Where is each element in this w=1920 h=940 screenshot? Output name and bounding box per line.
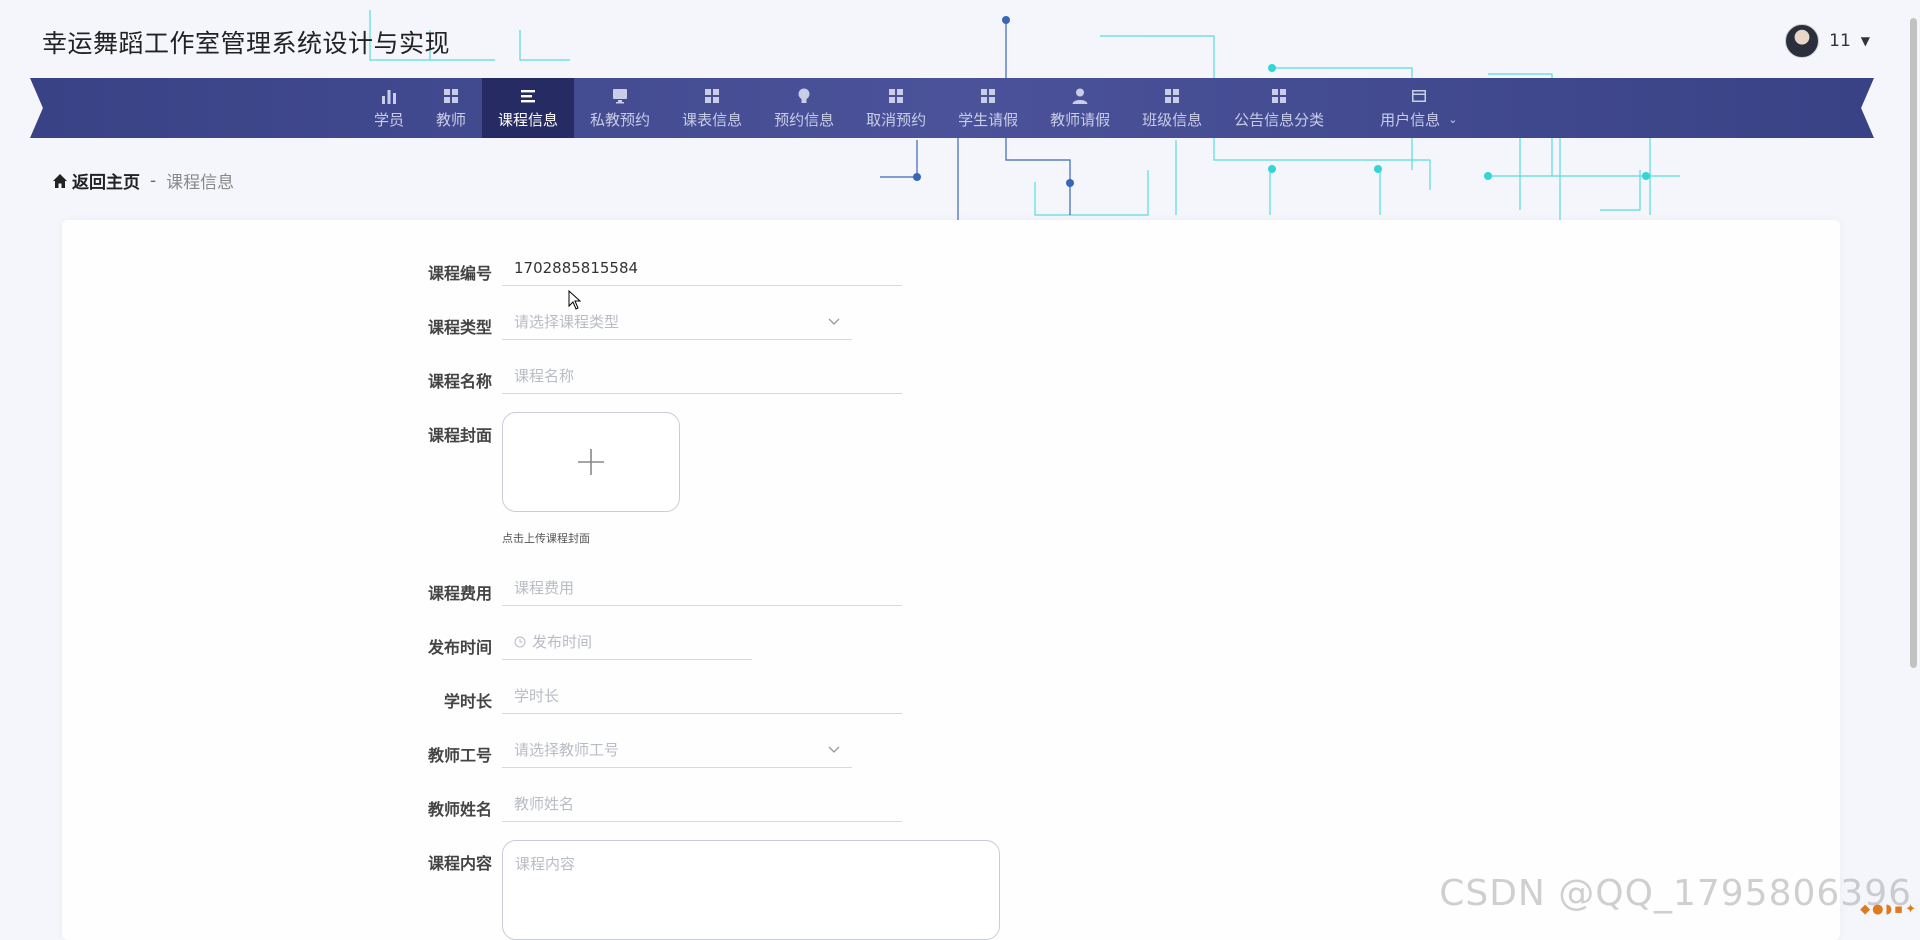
teacher-name-label: 教师姓名 (427, 800, 492, 819)
tray-icon: ✦ (1905, 902, 1916, 917)
user-icon (1071, 87, 1089, 105)
nav-item-label: 公告信息分类 (1234, 110, 1325, 129)
nav-item-label: 教师 (436, 110, 467, 129)
nav-item-class-info[interactable]: 班级信息 (1126, 78, 1218, 138)
grid-icon (887, 87, 905, 105)
nav-item-cancel-booking[interactable]: 取消预约 (850, 78, 942, 138)
nav-item-label: 班级信息 (1142, 110, 1203, 129)
breadcrumb: 返回主页 - 课程信息 (52, 168, 234, 193)
content-textarea[interactable]: 课程内容 (502, 840, 1000, 940)
course-name-input[interactable]: 课程名称 (502, 358, 902, 394)
tray-icon: ▪ (1894, 902, 1904, 917)
form-card: 课程编号 1702885815584 课程类型 请选择课程类型 课程名称 课程名… (62, 220, 1840, 940)
teacher-no-label: 教师工号 (427, 746, 492, 765)
teacher-no-select[interactable]: 请选择教师工号 (502, 732, 852, 768)
chevron-down-icon (828, 304, 842, 340)
nav-item-teacher-leave[interactable]: 教师请假 (1034, 78, 1126, 138)
cover-upload-button[interactable] (502, 412, 680, 512)
nav-item-label: 教师请假 (1050, 110, 1111, 129)
tray-icon: ◗ (1885, 902, 1893, 917)
nav-item-label: 课表信息 (682, 110, 743, 129)
app-header: 幸运舞蹈工作室管理系统设计与实现 11 ▼ (0, 0, 1920, 78)
course-no-field[interactable]: 1702885815584 (502, 250, 902, 286)
nav-item-notice-category[interactable]: 公告信息分类 (1218, 78, 1340, 138)
list-icon (519, 87, 537, 105)
nav-item-teachers[interactable]: 教师 (420, 78, 482, 138)
home-icon[interactable] (52, 173, 68, 189)
page-scrollbar[interactable] (1908, 18, 1918, 668)
publish-time-placeholder: 发布时间 (532, 633, 593, 651)
nav-item-label: 预约信息 (774, 110, 835, 129)
caret-down-icon[interactable]: ▼ (1861, 34, 1870, 48)
main-nav: 学员 教师 课程信息 私教预约 课表信息 预约信息 取消预约 学生请假 教师请假… (30, 78, 1874, 138)
fee-label: 课程费用 (427, 584, 492, 603)
publish-time-picker[interactable]: 发布时间 (502, 624, 752, 660)
nav-item-course-info[interactable]: 课程信息 (482, 78, 575, 138)
course-type-select[interactable]: 请选择课程类型 (502, 304, 852, 340)
content-label: 课程内容 (427, 854, 492, 873)
chevron-down-icon: ⌄ (1448, 112, 1458, 126)
fee-input[interactable]: 课程费用 (502, 570, 902, 606)
watermark: CSDN @QQ_1795806396 (1439, 873, 1912, 914)
nav-item-label: 学生请假 (958, 110, 1019, 129)
cover-label: 课程封面 (427, 426, 492, 445)
plus-icon (578, 449, 604, 475)
nav-item-user-info[interactable]: 用户信息 ⌄ (1340, 78, 1473, 138)
breadcrumb-separator: - (150, 170, 157, 191)
course-type-placeholder: 请选择课程类型 (514, 313, 620, 331)
tray-icon: ● (1872, 902, 1884, 917)
breadcrumb-current: 课程信息 (166, 173, 235, 193)
chevron-down-icon (828, 732, 842, 768)
clock-icon (514, 636, 526, 648)
grid-icon (703, 87, 721, 105)
hours-label: 学时长 (443, 692, 492, 711)
monitor-icon (611, 87, 629, 105)
nav-item-label: 私教预约 (590, 110, 651, 129)
mouse-cursor-icon (568, 290, 582, 310)
course-name-label: 课程名称 (427, 372, 492, 391)
publish-time-label: 发布时间 (427, 638, 492, 657)
grid-icon (1163, 87, 1181, 105)
nav-item-students[interactable]: 学员 (358, 78, 420, 138)
bar-chart-icon (380, 87, 398, 105)
nav-item-private-booking[interactable]: 私教预约 (574, 78, 666, 138)
nav-item-schedule[interactable]: 课表信息 (666, 78, 758, 138)
course-type-label: 课程类型 (427, 318, 492, 337)
teacher-no-placeholder: 请选择教师工号 (514, 741, 620, 759)
scrollbar-thumb[interactable] (1910, 18, 1917, 668)
course-no-label: 课程编号 (427, 264, 492, 283)
teacher-name-input[interactable]: 教师姓名 (502, 786, 902, 822)
nav-item-student-leave[interactable]: 学生请假 (942, 78, 1034, 138)
card-icon (1410, 87, 1428, 105)
site-title: 幸运舞蹈工作室管理系统设计与实现 (42, 29, 451, 58)
grid-icon (979, 87, 997, 105)
nav-item-label: 课程信息 (498, 110, 559, 129)
hours-input[interactable]: 学时长 (502, 678, 902, 714)
grid-icon (1270, 87, 1288, 105)
nav-item-label: 学员 (374, 110, 405, 129)
nav-items: 学员 教师 课程信息 私教预约 课表信息 预约信息 取消预约 学生请假 教师请假… (358, 78, 1473, 138)
avatar[interactable] (1785, 24, 1820, 58)
user-menu[interactable]: 11 ▼ (1785, 24, 1870, 58)
system-tray: ◆ ● ◗ ▪ ✦ (1860, 902, 1916, 922)
cover-upload-hint: 点击上传课程封面 (502, 532, 590, 545)
grid-icon (442, 87, 460, 105)
nav-item-booking-info[interactable]: 预约信息 (758, 78, 850, 138)
user-name[interactable]: 11 (1829, 31, 1851, 51)
tray-icon: ◆ (1860, 902, 1871, 917)
bulb-icon (795, 87, 813, 105)
home-link[interactable]: 返回主页 (72, 168, 140, 193)
nav-item-label: 用户信息 (1380, 110, 1441, 129)
nav-item-label: 取消预约 (866, 110, 927, 129)
